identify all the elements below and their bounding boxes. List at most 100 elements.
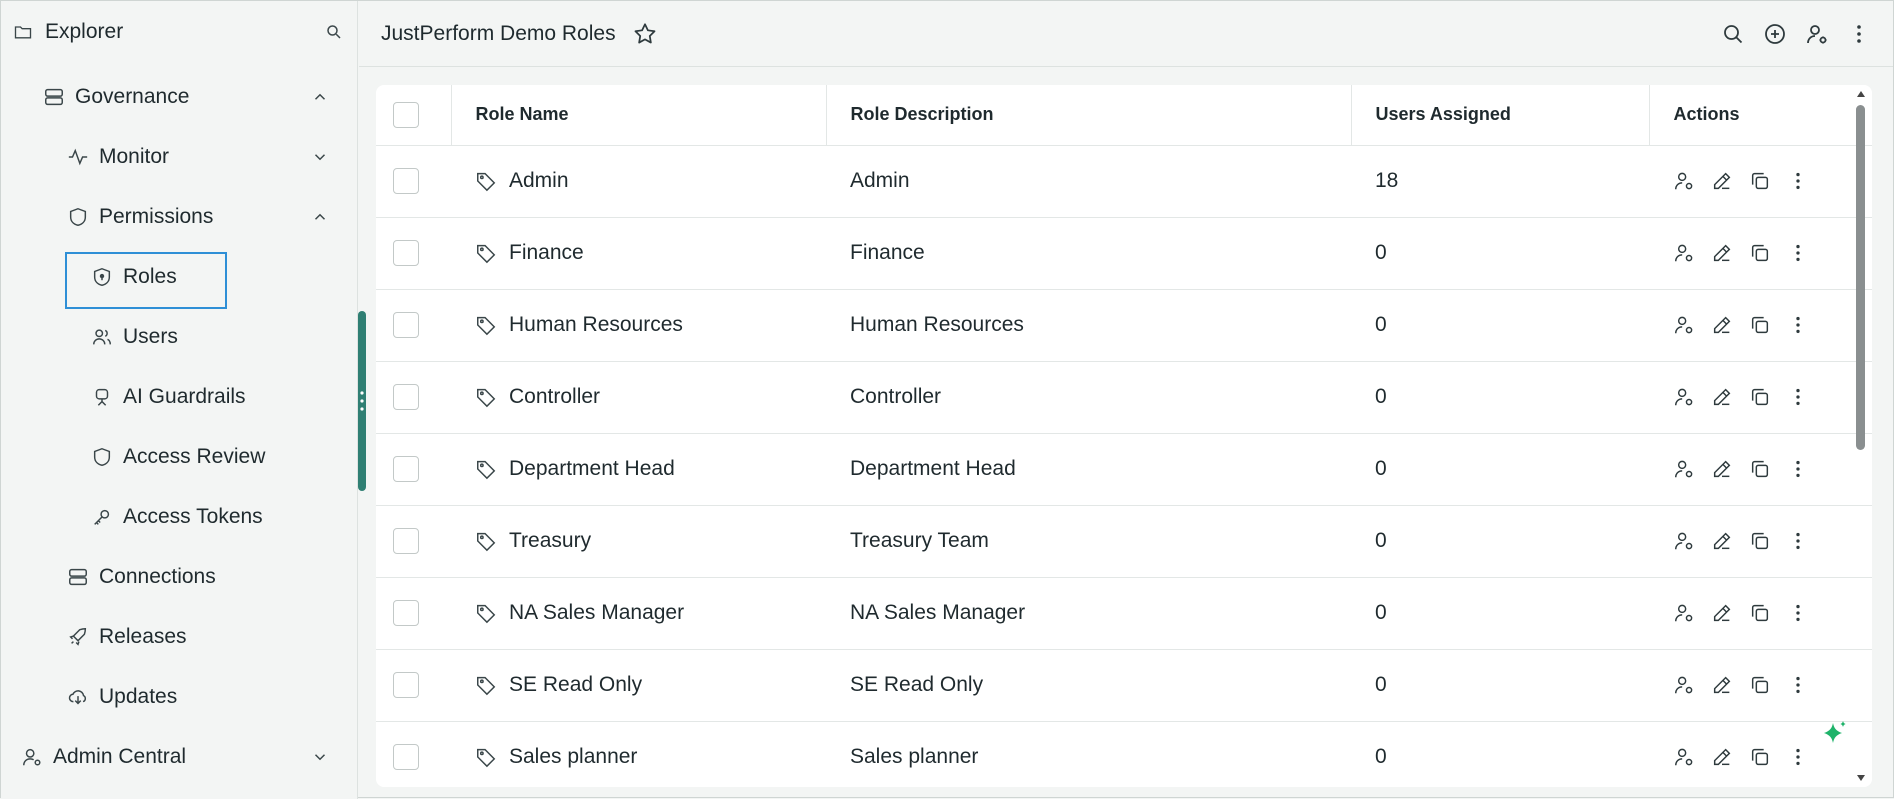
copy-icon[interactable] (1749, 314, 1771, 336)
role-name[interactable]: Sales planner (509, 745, 637, 769)
edit-icon[interactable] (1711, 458, 1733, 480)
more-vertical-icon[interactable] (1787, 170, 1809, 192)
table-row[interactable]: Treasury Treasury Team 0 (376, 505, 1872, 578)
row-checkbox[interactable] (393, 168, 419, 194)
edit-icon[interactable] (1711, 674, 1733, 696)
row-checkbox[interactable] (393, 744, 419, 770)
sidebar-item-admin-central[interactable]: Admin Central (21, 737, 329, 777)
more-vertical-icon[interactable] (1787, 458, 1809, 480)
more-vertical-icon[interactable] (1787, 242, 1809, 264)
assign-users-icon[interactable] (1673, 602, 1695, 624)
role-description: Sales planner (826, 721, 1351, 787)
sidebar-item-updates[interactable]: Updates (67, 677, 329, 717)
search-icon[interactable] (1721, 22, 1745, 46)
role-name[interactable]: Controller (509, 385, 600, 409)
edit-icon[interactable] (1711, 746, 1733, 768)
edit-icon[interactable] (1711, 602, 1733, 624)
more-vertical-icon[interactable] (1787, 314, 1809, 336)
edit-icon[interactable] (1711, 530, 1733, 552)
row-actions (1649, 433, 1872, 506)
star-icon[interactable] (632, 21, 658, 47)
chevron-down-icon[interactable] (311, 148, 329, 166)
role-name[interactable]: NA Sales Manager (509, 601, 684, 625)
edit-icon[interactable] (1711, 170, 1733, 192)
role-name[interactable]: Department Head (509, 457, 675, 481)
row-checkbox[interactable] (393, 384, 419, 410)
row-checkbox[interactable] (393, 312, 419, 338)
copy-icon[interactable] (1749, 530, 1771, 552)
assign-users-icon[interactable] (1673, 458, 1695, 480)
add-circle-icon[interactable] (1763, 22, 1787, 46)
more-vertical-icon[interactable] (1787, 746, 1809, 768)
row-select-cell (376, 433, 451, 506)
user-settings-icon[interactable] (1805, 22, 1829, 46)
assign-users-icon[interactable] (1673, 386, 1695, 408)
row-checkbox[interactable] (393, 456, 419, 482)
role-name[interactable]: SE Read Only (509, 673, 642, 697)
copy-icon[interactable] (1749, 458, 1771, 480)
table-row[interactable]: Finance Finance 0 (376, 217, 1872, 290)
edit-icon[interactable] (1711, 314, 1733, 336)
sidebar-item-governance[interactable]: Governance (43, 77, 329, 117)
edit-icon[interactable] (1711, 242, 1733, 264)
column-header-role-name[interactable]: Role Name (451, 85, 827, 146)
row-checkbox[interactable] (393, 672, 419, 698)
assign-users-icon[interactable] (1673, 242, 1695, 264)
sidebar-item-monitor[interactable]: Monitor (67, 137, 329, 177)
copy-icon[interactable] (1749, 674, 1771, 696)
tag-icon (475, 170, 497, 192)
row-checkbox[interactable] (393, 240, 419, 266)
vertical-scrollbar[interactable] (1850, 85, 1872, 787)
table-row[interactable]: Department Head Department Head 0 (376, 433, 1872, 506)
scroll-up-icon[interactable] (1855, 89, 1867, 99)
column-header-users-assigned[interactable]: Users Assigned (1351, 85, 1650, 146)
assign-users-icon[interactable] (1673, 314, 1695, 336)
scrollbar-thumb[interactable] (1856, 105, 1865, 450)
chevron-down-icon[interactable] (311, 748, 329, 766)
column-header-role-description[interactable]: Role Description (826, 85, 1352, 146)
table-row[interactable]: Admin Admin 18 (376, 145, 1872, 218)
row-checkbox[interactable] (393, 600, 419, 626)
table-row[interactable]: SE Read Only SE Read Only 0 (376, 649, 1872, 722)
role-name[interactable]: Human Resources (509, 313, 683, 337)
chevron-up-icon[interactable] (311, 208, 329, 226)
more-vertical-icon[interactable] (1787, 602, 1809, 624)
copy-icon[interactable] (1749, 242, 1771, 264)
scroll-down-icon[interactable] (1855, 773, 1867, 783)
role-name[interactable]: Finance (509, 241, 584, 265)
sidebar-item-releases[interactable]: Releases (67, 617, 329, 657)
edit-icon[interactable] (1711, 386, 1733, 408)
sidebar-item-permissions[interactable]: Permissions (67, 197, 329, 237)
sidebar-item-roles[interactable]: Roles (91, 257, 221, 297)
ai-assistant-sparkle-icon[interactable] (1819, 719, 1849, 749)
select-all-checkbox[interactable] (393, 101, 419, 128)
copy-icon[interactable] (1749, 170, 1771, 192)
more-vertical-icon[interactable] (1847, 22, 1871, 46)
assign-users-icon[interactable] (1673, 530, 1695, 552)
rocket-icon (67, 626, 89, 648)
copy-icon[interactable] (1749, 386, 1771, 408)
table-row[interactable]: Sales planner Sales planner 0 (376, 721, 1872, 787)
more-vertical-icon[interactable] (1787, 530, 1809, 552)
more-vertical-icon[interactable] (1787, 386, 1809, 408)
search-icon[interactable] (325, 23, 343, 41)
sidebar-item-connections[interactable]: Connections (67, 557, 329, 597)
table-row[interactable]: Controller Controller 0 (376, 361, 1872, 434)
table-row[interactable]: Human Resources Human Resources 0 (376, 289, 1872, 362)
assign-users-icon[interactable] (1673, 170, 1695, 192)
assign-users-icon[interactable] (1673, 746, 1695, 768)
row-checkbox[interactable] (393, 528, 419, 554)
sidebar-item-access-review[interactable]: Access Review (91, 437, 311, 477)
role-name[interactable]: Admin (509, 169, 569, 193)
drag-handle-icon (360, 391, 364, 411)
sidebar-item-ai-guardrails[interactable]: AI Guardrails (91, 377, 311, 417)
table-row[interactable]: NA Sales Manager NA Sales Manager 0 (376, 577, 1872, 650)
assign-users-icon[interactable] (1673, 674, 1695, 696)
copy-icon[interactable] (1749, 746, 1771, 768)
chevron-up-icon[interactable] (311, 88, 329, 106)
role-name[interactable]: Treasury (509, 529, 591, 553)
copy-icon[interactable] (1749, 602, 1771, 624)
more-vertical-icon[interactable] (1787, 674, 1809, 696)
sidebar-item-access-tokens[interactable]: Access Tokens (91, 497, 311, 537)
sidebar-item-users[interactable]: Users (91, 317, 291, 357)
